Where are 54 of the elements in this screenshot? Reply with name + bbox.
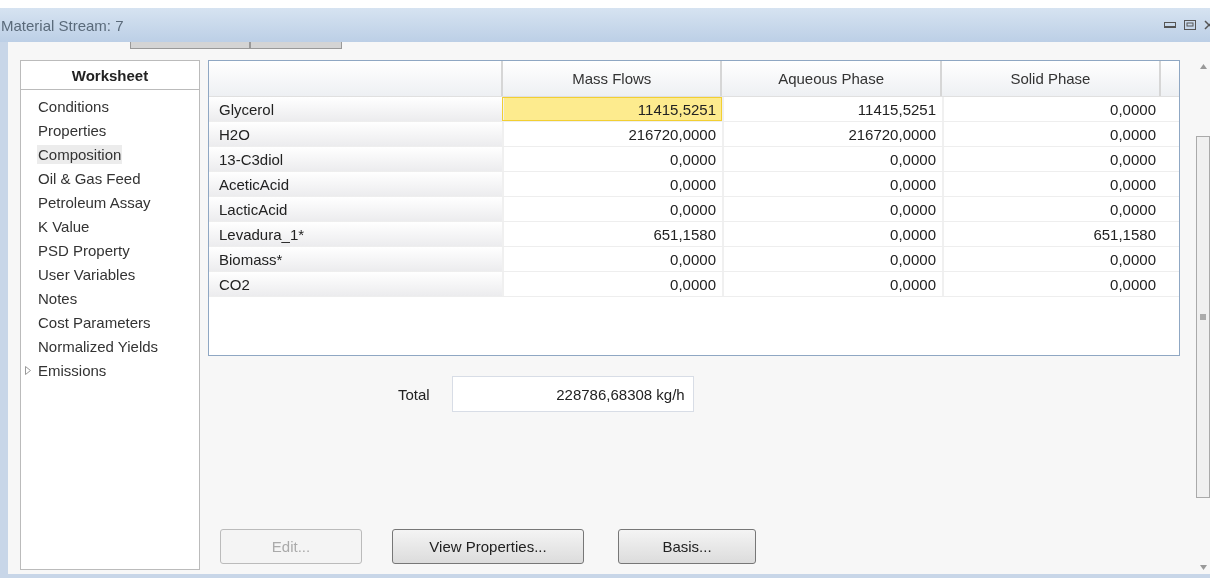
sidebar-item[interactable]: Cost Parameters xyxy=(37,312,152,332)
total-field[interactable]: 228786,68308 kg/h xyxy=(451,376,694,412)
table-cell[interactable]: 0,0000 xyxy=(942,197,1162,221)
table-cell[interactable]: 651,1580 xyxy=(502,222,722,246)
table-cell[interactable]: 0,0000 xyxy=(942,272,1162,296)
table-cell[interactable]: 0,0000 xyxy=(942,247,1162,271)
table-cell[interactable]: 0,0000 xyxy=(722,222,942,246)
sidebar-item[interactable]: PSD Property xyxy=(37,240,131,260)
table-cell[interactable]: 216720,0000 xyxy=(502,122,722,146)
table-cell[interactable]: 0,0000 xyxy=(502,247,722,271)
table-cell[interactable]: 0,0000 xyxy=(722,147,942,171)
tab[interactable] xyxy=(130,42,250,49)
sidebar-item[interactable]: Normalized Yields xyxy=(37,336,160,356)
table-cell[interactable]: 0,0000 xyxy=(722,272,942,296)
window-title: Material Stream: 7 xyxy=(1,16,124,34)
scroll-up-icon[interactable] xyxy=(1199,64,1207,69)
sidebar-item[interactable]: Notes xyxy=(37,288,79,308)
table-cell[interactable]: 651,1580 xyxy=(942,222,1162,246)
restore-icon[interactable] xyxy=(1184,20,1196,30)
sidebar-item[interactable]: Emissions xyxy=(37,360,108,380)
minimize-icon[interactable] xyxy=(1164,21,1176,29)
table-cell[interactable]: 0,0000 xyxy=(942,172,1162,196)
table-cell[interactable]: 0,0000 xyxy=(722,247,942,271)
total-label: Total xyxy=(398,385,430,403)
table-cell[interactable]: 0,0000 xyxy=(502,197,722,221)
close-icon[interactable] xyxy=(1204,20,1210,30)
table-cell[interactable]: 0,0000 xyxy=(722,172,942,196)
sidebar-item[interactable]: Conditions xyxy=(37,96,110,116)
sidebar-item[interactable]: Petroleum Assay xyxy=(37,192,152,212)
scroll-down-icon[interactable] xyxy=(1199,565,1207,570)
table-cell[interactable]: 0,0000 xyxy=(942,122,1162,146)
sidebar-item[interactable]: Oil & Gas Feed xyxy=(37,168,142,188)
table-cell[interactable]: 0,0000 xyxy=(942,97,1162,121)
column-header: Solid Phase xyxy=(939,61,1160,96)
table-cell[interactable]: 0,0000 xyxy=(502,172,722,196)
sidebar-item[interactable]: Composition xyxy=(37,144,123,164)
grip-icon xyxy=(1200,314,1206,320)
sidebar-item[interactable]: User Variables xyxy=(37,264,137,284)
column-header: Aqueous Phase xyxy=(720,61,940,96)
worksheet-tab[interactable]: Worksheet xyxy=(21,61,199,90)
table-cell[interactable]: 0,0000 xyxy=(942,147,1162,171)
dialog-button[interactable]: Basis... xyxy=(618,529,756,564)
table-cell[interactable]: 216720,0000 xyxy=(722,122,942,146)
table-cell[interactable]: 0,0000 xyxy=(502,272,722,296)
expand-icon[interactable] xyxy=(25,365,31,375)
table-cell[interactable]: 11415,5251 xyxy=(502,97,722,121)
table-cell[interactable]: 11415,5251 xyxy=(722,97,942,121)
table-cell[interactable]: 0,0000 xyxy=(502,147,722,171)
dialog-button[interactable]: View Properties... xyxy=(392,529,584,564)
sidebar-item[interactable]: Properties xyxy=(37,120,108,140)
scroll-thumb[interactable] xyxy=(1196,136,1210,498)
sidebar-item[interactable]: K Value xyxy=(37,216,91,236)
table-cell[interactable]: 0,0000 xyxy=(722,197,942,221)
tab[interactable] xyxy=(250,42,342,49)
